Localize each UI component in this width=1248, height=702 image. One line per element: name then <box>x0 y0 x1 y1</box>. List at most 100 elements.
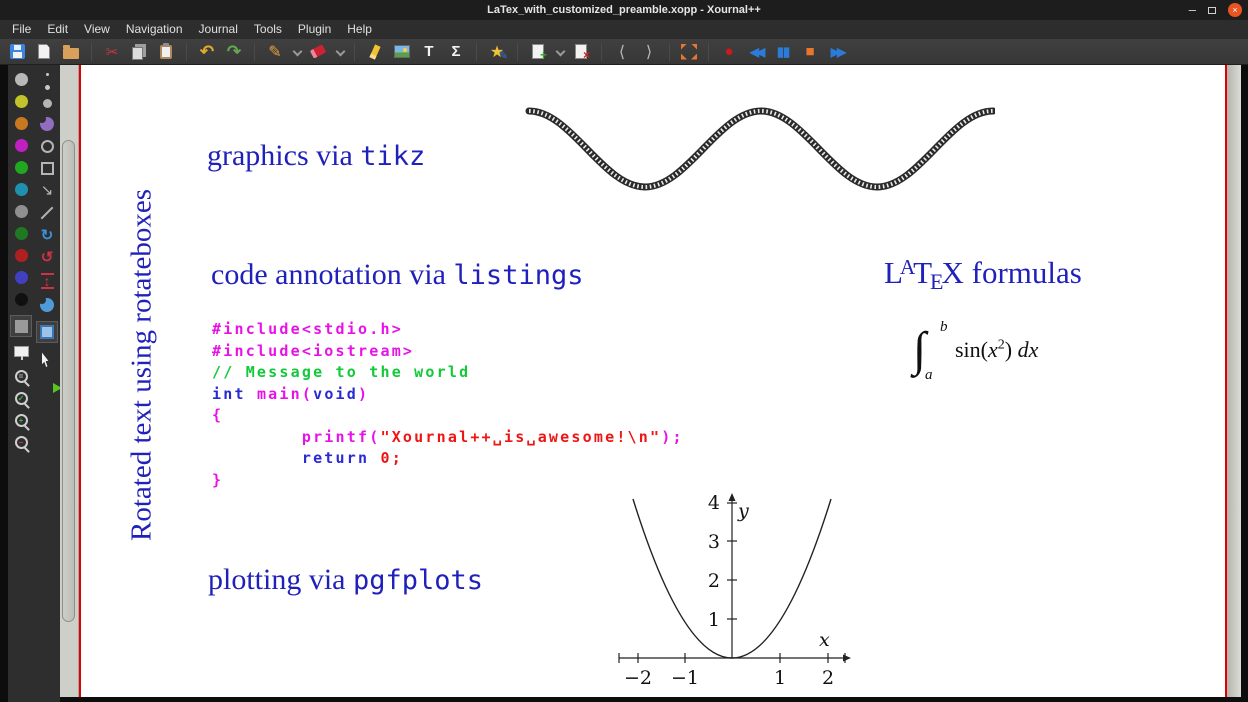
vertical-scrollbar[interactable] <box>60 65 79 697</box>
tool-sidebar: = ✓ + − ↘ ↻ ↺ ↕ <box>0 65 60 702</box>
open-folder-icon <box>63 48 79 59</box>
pgfplot-parabola: 4 3 2 1 −2 −1 1 2 x y <box>607 488 852 697</box>
menu-file[interactable]: File <box>4 20 39 39</box>
minimize-button[interactable]: – <box>1189 5 1196 15</box>
draw-spline-button[interactable]: ↻ <box>41 229 54 242</box>
svg-text:4: 4 <box>708 492 720 514</box>
paste-button[interactable] <box>157 43 175 61</box>
svg-text:−2: −2 <box>624 667 652 689</box>
draw-rectangle-button[interactable] <box>41 162 54 175</box>
thickness-thick-button[interactable] <box>43 99 52 108</box>
zoom100-button[interactable]: = <box>15 370 28 383</box>
menu-plugin[interactable]: Plugin <box>290 20 339 39</box>
scrollbar-thumb[interactable] <box>62 140 75 622</box>
right-scrollbar[interactable] <box>1227 65 1241 697</box>
shape-recognizer-button[interactable]: ★ ✎ <box>488 43 506 61</box>
integral-formula: ∫ b a sin(x2) dx <box>913 321 926 379</box>
restore-button[interactable] <box>1208 7 1216 14</box>
color-swatch-9[interactable] <box>15 271 28 284</box>
color-swatch-3[interactable] <box>15 139 28 152</box>
snap-rotation-button[interactable]: ↺ <box>41 251 54 264</box>
color-swatch-2[interactable] <box>15 117 28 130</box>
insert-image-button[interactable] <box>393 43 411 61</box>
toolbar: ✂ ↶ ↷ ✎ T Σ ★ ✎ + × ⟨ ⟩ <box>0 39 1248 65</box>
color-swatch-8[interactable] <box>15 249 28 262</box>
color-swatch-0[interactable] <box>15 73 28 86</box>
cross-icon: × <box>583 48 590 62</box>
record-button[interactable]: ● <box>720 43 738 61</box>
zoomin-button[interactable]: + <box>15 414 28 427</box>
pen-tool-button[interactable]: ✎ <box>266 43 284 61</box>
svg-text:x: x <box>819 629 830 651</box>
toolbar-separator <box>476 43 477 61</box>
save-button[interactable] <box>8 43 26 61</box>
menu-help[interactable]: Help <box>339 20 380 39</box>
tikz-sine-wave <box>525 103 995 199</box>
svg-text:3: 3 <box>708 531 720 553</box>
zoomfit-button[interactable]: ✓ <box>15 392 28 405</box>
toolbar-separator <box>669 43 670 61</box>
open-button[interactable] <box>62 43 80 61</box>
heading-latex-formulas: LATEX formulas <box>884 255 1082 295</box>
menu-tools[interactable]: Tools <box>246 20 290 39</box>
delete-page-button[interactable]: × <box>572 43 590 61</box>
menu-navigation[interactable]: Navigation <box>118 20 191 39</box>
window-edge <box>1241 65 1248 702</box>
menu-view[interactable]: View <box>76 20 118 39</box>
svg-text:2: 2 <box>822 667 834 689</box>
menubar: FileEditViewNavigationJournalToolsPlugin… <box>0 20 1248 39</box>
menu-edit[interactable]: Edit <box>39 20 76 39</box>
redo-button[interactable]: ↷ <box>225 43 243 61</box>
menu-journal[interactable]: Journal <box>191 20 246 39</box>
color-swatch-4[interactable] <box>15 161 28 174</box>
cut-button[interactable]: ✂ <box>103 43 121 61</box>
latex-tool-button[interactable]: Σ <box>447 43 465 61</box>
close-button[interactable]: × <box>1228 3 1242 17</box>
document-page-canvas[interactable]: Rotated text using rotateboxes graphics … <box>79 65 1227 697</box>
select-rectangle-button[interactable] <box>36 321 58 343</box>
rewind-button[interactable]: ◀◀ <box>747 43 765 61</box>
save-icon <box>10 44 25 59</box>
code-line: int main(void) <box>212 384 684 406</box>
highlighter-tool-button[interactable] <box>366 43 384 61</box>
thickness-fine-button[interactable] <box>46 73 49 76</box>
add-page-dropdown-chevron-icon[interactable] <box>556 48 563 55</box>
fullscreen-icon <box>681 44 687 50</box>
undo-button[interactable]: ↶ <box>198 43 216 61</box>
add-page-button[interactable]: + <box>529 43 547 61</box>
page-icon: + <box>532 44 544 59</box>
color-swatch-6[interactable] <box>15 205 28 218</box>
zoomfit-icon: ✓ <box>18 395 25 403</box>
stroke-style-icon[interactable] <box>40 117 54 131</box>
text-tool-button[interactable]: T <box>420 43 438 61</box>
heading-pgfplots: plotting via pgfplots <box>208 563 483 597</box>
selected-color-swatch[interactable] <box>10 315 32 337</box>
toolbar-separator <box>708 43 709 61</box>
presentation-mode-button[interactable] <box>14 346 29 357</box>
draw-arrow-button[interactable]: ↘ <box>41 184 54 197</box>
vertical-space-button[interactable]: ↕ <box>41 273 54 289</box>
next-page-button[interactable]: ⟩ <box>640 43 658 61</box>
zoomout-button[interactable]: − <box>15 436 28 449</box>
stop-button[interactable]: ■ <box>801 43 819 61</box>
color-swatch-10[interactable] <box>15 293 28 306</box>
color-swatch-5[interactable] <box>15 183 28 196</box>
pen-dropdown-chevron-icon[interactable] <box>293 48 300 55</box>
color-swatch-7[interactable] <box>15 227 28 240</box>
draw-circle-button[interactable] <box>41 140 54 153</box>
select-region-button[interactable] <box>40 298 54 312</box>
copy-button[interactable] <box>130 43 148 61</box>
pause-button[interactable]: ▮▮ <box>774 43 792 61</box>
draw-line-button[interactable] <box>41 207 54 220</box>
color-swatch-1[interactable] <box>15 95 28 108</box>
forward-button[interactable]: ▶▶ <box>828 43 846 61</box>
eraser-tool-button[interactable] <box>309 43 327 61</box>
zoomout-icon: − <box>19 439 24 447</box>
new-document-button[interactable] <box>35 43 53 61</box>
fullscreen-button[interactable] <box>681 44 697 60</box>
previous-page-button[interactable]: ⟨ <box>613 43 631 61</box>
code-line: #include<iostream> <box>212 341 684 363</box>
select-object-button[interactable] <box>42 352 53 367</box>
thickness-medium-button[interactable] <box>45 85 50 90</box>
eraser-dropdown-chevron-icon[interactable] <box>336 48 343 55</box>
